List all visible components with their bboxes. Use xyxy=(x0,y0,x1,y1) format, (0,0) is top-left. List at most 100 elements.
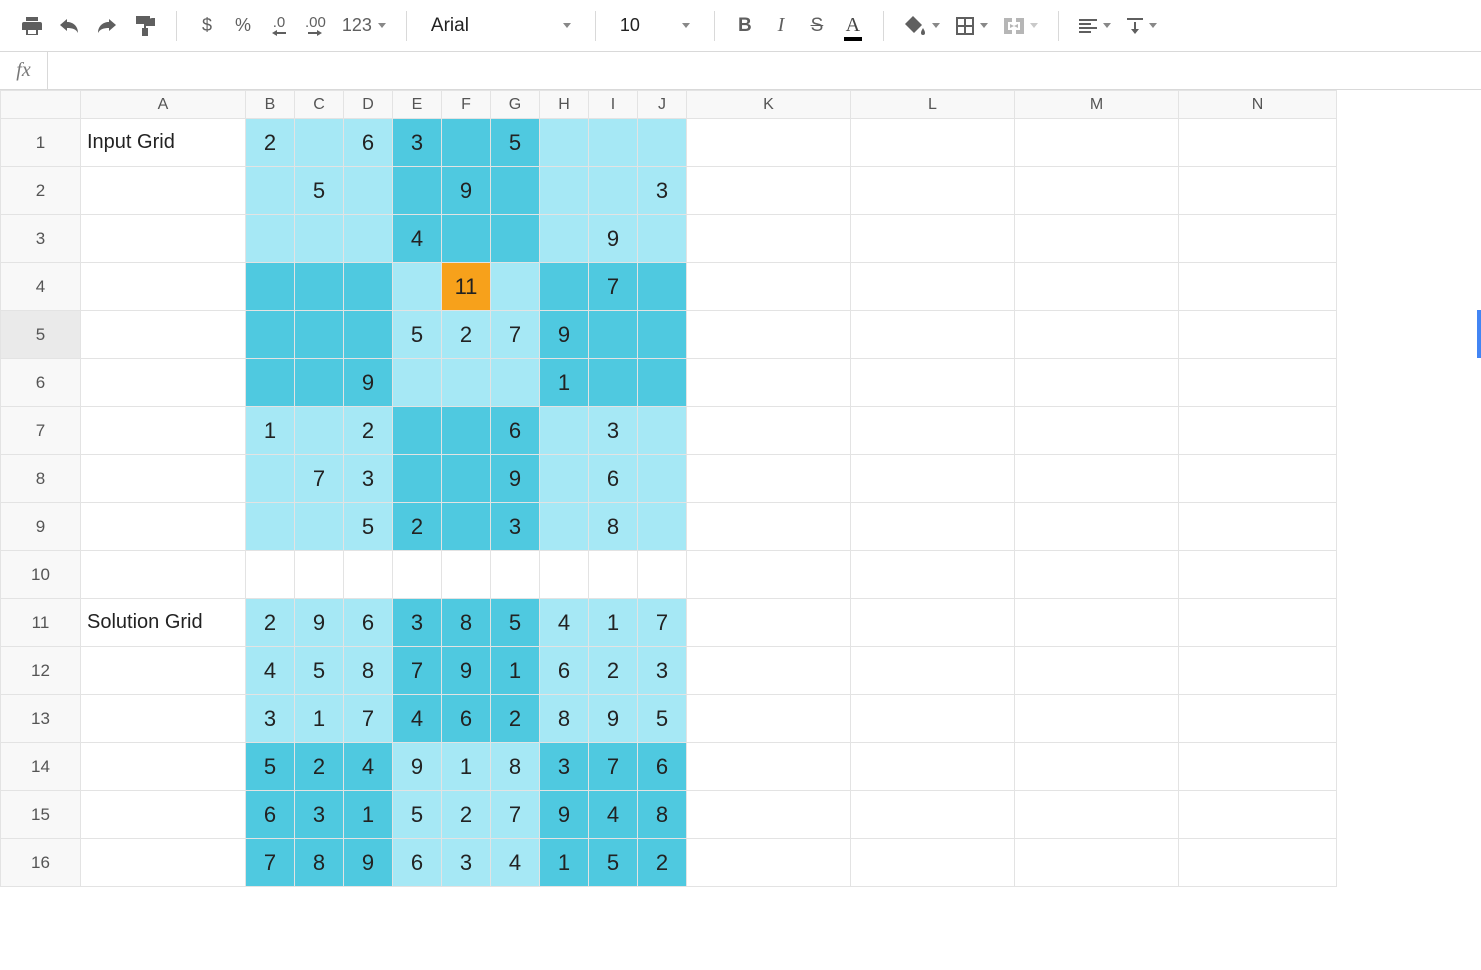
cell-G1[interactable]: 5 xyxy=(491,119,540,167)
cell-G10[interactable] xyxy=(491,551,540,599)
cell-A9[interactable] xyxy=(81,503,246,551)
cell-E8[interactable] xyxy=(393,455,442,503)
row-header[interactable]: 7 xyxy=(1,407,81,455)
cell-H1[interactable] xyxy=(540,119,589,167)
row-header[interactable]: 1 xyxy=(1,119,81,167)
cell-L12[interactable] xyxy=(851,647,1015,695)
cell-C16[interactable]: 8 xyxy=(295,839,344,887)
cell-L10[interactable] xyxy=(851,551,1015,599)
font-family-select[interactable]: Arial xyxy=(421,10,581,42)
cell-C13[interactable]: 1 xyxy=(295,695,344,743)
cell-H11[interactable]: 4 xyxy=(540,599,589,647)
cell-G6[interactable] xyxy=(491,359,540,407)
cell-B4[interactable] xyxy=(246,263,295,311)
cell-E4[interactable] xyxy=(393,263,442,311)
cell-C10[interactable] xyxy=(295,551,344,599)
cell-N15[interactable] xyxy=(1179,791,1337,839)
cell-I12[interactable]: 2 xyxy=(589,647,638,695)
cell-E5[interactable]: 5 xyxy=(393,311,442,359)
col-header[interactable]: F xyxy=(442,91,491,119)
cell-J6[interactable] xyxy=(638,359,687,407)
row-header[interactable]: 11 xyxy=(1,599,81,647)
cell-D12[interactable]: 8 xyxy=(344,647,393,695)
row-header[interactable]: 5 xyxy=(1,311,81,359)
cell-G7[interactable]: 6 xyxy=(491,407,540,455)
cell-K4[interactable] xyxy=(687,263,851,311)
bold-button[interactable]: B xyxy=(729,10,761,42)
cell-L6[interactable] xyxy=(851,359,1015,407)
cell-E9[interactable]: 2 xyxy=(393,503,442,551)
print-button[interactable] xyxy=(16,10,48,42)
cell-D16[interactable]: 9 xyxy=(344,839,393,887)
cell-B9[interactable] xyxy=(246,503,295,551)
cell-D15[interactable]: 1 xyxy=(344,791,393,839)
cell-J13[interactable]: 5 xyxy=(638,695,687,743)
cell-B5[interactable] xyxy=(246,311,295,359)
cell-C3[interactable] xyxy=(295,215,344,263)
cell-D3[interactable] xyxy=(344,215,393,263)
cell-E1[interactable]: 3 xyxy=(393,119,442,167)
cell-H13[interactable]: 8 xyxy=(540,695,589,743)
cell-C6[interactable] xyxy=(295,359,344,407)
cell-H4[interactable] xyxy=(540,263,589,311)
cell-M14[interactable] xyxy=(1015,743,1179,791)
col-header[interactable]: N xyxy=(1179,91,1337,119)
text-color-button[interactable]: A xyxy=(837,10,869,42)
font-size-select[interactable]: 10 xyxy=(610,10,700,42)
cell-I4[interactable]: 7 xyxy=(589,263,638,311)
cell-N9[interactable] xyxy=(1179,503,1337,551)
cell-B15[interactable]: 6 xyxy=(246,791,295,839)
select-all-corner[interactable] xyxy=(1,91,81,119)
row-header[interactable]: 2 xyxy=(1,167,81,215)
cell-B11[interactable]: 2 xyxy=(246,599,295,647)
cell-K1[interactable] xyxy=(687,119,851,167)
cell-J4[interactable] xyxy=(638,263,687,311)
row-header[interactable]: 3 xyxy=(1,215,81,263)
paint-format-button[interactable] xyxy=(128,10,162,42)
cell-K13[interactable] xyxy=(687,695,851,743)
cell-I8[interactable]: 6 xyxy=(589,455,638,503)
cell-K11[interactable] xyxy=(687,599,851,647)
cell-B14[interactable]: 5 xyxy=(246,743,295,791)
col-header[interactable]: I xyxy=(589,91,638,119)
row-header[interactable]: 12 xyxy=(1,647,81,695)
cell-G2[interactable] xyxy=(491,167,540,215)
cell-F7[interactable] xyxy=(442,407,491,455)
cell-M15[interactable] xyxy=(1015,791,1179,839)
cell-F8[interactable] xyxy=(442,455,491,503)
cell-C8[interactable]: 7 xyxy=(295,455,344,503)
cell-M7[interactable] xyxy=(1015,407,1179,455)
italic-button[interactable]: I xyxy=(765,10,797,42)
cell-L4[interactable] xyxy=(851,263,1015,311)
col-header[interactable]: D xyxy=(344,91,393,119)
cell-J8[interactable] xyxy=(638,455,687,503)
cell-N11[interactable] xyxy=(1179,599,1337,647)
cell-G5[interactable]: 7 xyxy=(491,311,540,359)
cell-E16[interactable]: 6 xyxy=(393,839,442,887)
merge-cells-button[interactable] xyxy=(998,10,1044,42)
cell-A15[interactable] xyxy=(81,791,246,839)
cell-M12[interactable] xyxy=(1015,647,1179,695)
cell-E6[interactable] xyxy=(393,359,442,407)
cell-A14[interactable] xyxy=(81,743,246,791)
cell-B6[interactable] xyxy=(246,359,295,407)
cell-C14[interactable]: 2 xyxy=(295,743,344,791)
cell-F16[interactable]: 3 xyxy=(442,839,491,887)
cell-I14[interactable]: 7 xyxy=(589,743,638,791)
cell-A7[interactable] xyxy=(81,407,246,455)
cell-A2[interactable] xyxy=(81,167,246,215)
formula-input[interactable] xyxy=(48,52,1481,89)
cell-D10[interactable] xyxy=(344,551,393,599)
cell-F3[interactable] xyxy=(442,215,491,263)
cell-C1[interactable] xyxy=(295,119,344,167)
cell-M9[interactable] xyxy=(1015,503,1179,551)
cell-C9[interactable] xyxy=(295,503,344,551)
cell-M11[interactable] xyxy=(1015,599,1179,647)
cell-M6[interactable] xyxy=(1015,359,1179,407)
col-header[interactable]: H xyxy=(540,91,589,119)
horizontal-align-button[interactable] xyxy=(1073,10,1117,42)
cell-D8[interactable]: 3 xyxy=(344,455,393,503)
cell-H9[interactable] xyxy=(540,503,589,551)
cell-K3[interactable] xyxy=(687,215,851,263)
row-header[interactable]: 4 xyxy=(1,263,81,311)
